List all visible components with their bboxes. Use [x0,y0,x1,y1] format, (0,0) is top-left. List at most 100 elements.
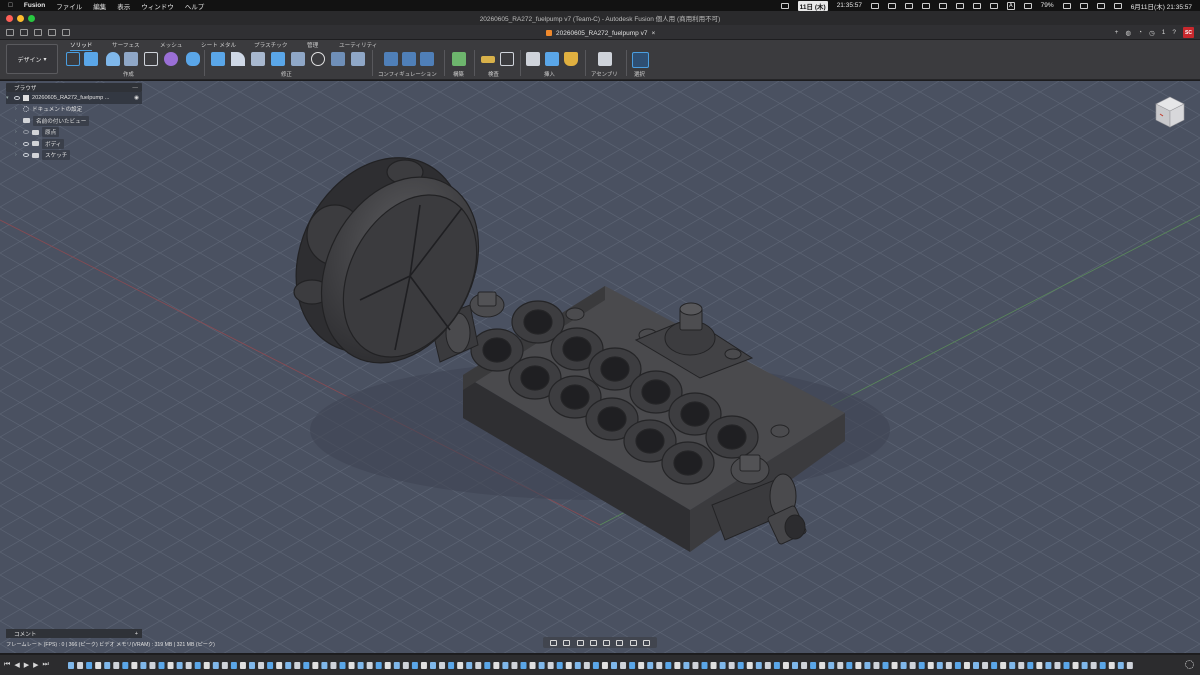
battery-icon[interactable] [1062,2,1071,9]
viewports-icon[interactable] [642,639,650,646]
go-to-start-icon[interactable]: ⏮ [4,661,10,669]
timeline-feature[interactable] [1126,662,1133,669]
browser-item-origin[interactable]: › 原点 [6,127,142,139]
move-icon[interactable] [311,52,325,66]
timeline-feature[interactable] [728,662,735,669]
group-select[interactable]: 選択 [634,70,645,78]
timeline-feature[interactable] [149,662,156,669]
active-radio-icon[interactable]: ◉ [134,95,139,101]
timeline-feature[interactable] [638,662,645,669]
timeline-feature[interactable] [1036,662,1043,669]
timeline-feature[interactable] [303,662,310,669]
timeline-feature[interactable] [601,662,608,669]
timeline-feature[interactable] [140,662,147,669]
undo-icon[interactable] [48,28,56,36]
group-insert[interactable]: 挿入 [544,70,555,78]
combine-icon[interactable] [291,52,305,66]
timeline-feature[interactable] [909,662,916,669]
timeline-feature[interactable] [918,662,925,669]
timeline-feature[interactable] [565,662,572,669]
timeline-feature[interactable] [502,662,509,669]
timeline-track[interactable] [68,661,1140,670]
timeline-feature[interactable] [891,662,898,669]
chevron-right-icon[interactable]: › [15,118,20,124]
timeline-feature[interactable] [1054,662,1061,669]
save-icon[interactable] [34,28,42,36]
revolve-icon[interactable] [106,52,120,66]
zoom-window-button[interactable] [28,14,35,22]
timeline-feature[interactable] [620,662,627,669]
apple-icon[interactable]:  [8,2,13,9]
timeline-feature[interactable] [357,662,364,669]
group-configuration[interactable]: コンフィギュレーション [378,70,437,78]
group-create[interactable]: 作成 [123,70,134,78]
timeline-feature[interactable] [755,662,762,669]
timeline-feature[interactable] [710,662,717,669]
new-component-icon[interactable] [598,52,612,66]
add-comment-icon[interactable]: + [135,631,138,637]
file-menu-icon[interactable] [20,28,28,36]
timeline-feature[interactable] [393,662,400,669]
menu-file[interactable]: ファイル [56,1,82,11]
cylinder-icon[interactable] [186,52,200,66]
visibility-eye-icon[interactable] [23,153,29,158]
timeline-feature[interactable] [991,662,998,669]
help-icon[interactable]: ? [1172,29,1176,36]
timeline-feature[interactable] [927,662,934,669]
timeline-feature[interactable] [203,662,210,669]
visibility-eye-icon[interactable] [23,141,29,146]
notifications-icon[interactable]: ◷ [1149,29,1155,37]
close-window-button[interactable] [6,14,13,22]
timeline-feature[interactable] [1117,662,1124,669]
group-assemble[interactable]: アセンブリ [591,70,618,78]
menubar-datetime[interactable]: 6月11日(木) 21:35:57 [1131,1,1192,11]
screens-icon[interactable] [888,2,896,9]
chamfer-icon[interactable] [251,52,265,66]
timeline-feature[interactable] [1090,662,1097,669]
create-sketch-icon[interactable] [66,52,80,66]
interference-icon[interactable] [500,52,514,66]
timeline-feature[interactable] [348,662,355,669]
comments-panel[interactable]: コメント + [6,629,142,638]
shell-icon[interactable] [271,52,285,66]
config-rule-icon[interactable] [402,52,416,66]
config-table-icon[interactable] [384,52,398,66]
timeline-feature[interactable] [411,662,418,669]
zoom-icon[interactable] [589,639,597,646]
timeline-feature[interactable] [801,662,808,669]
timeline-feature[interactable] [647,662,654,669]
timer-icon[interactable] [871,2,879,9]
go-to-end-icon[interactable]: ⏭ [42,661,48,669]
timeline-feature[interactable] [194,662,201,669]
tab-mesh[interactable]: メッシュ [160,41,182,49]
timeline-feature[interactable] [701,662,708,669]
timeline-feature[interactable] [420,662,427,669]
timeline-feature[interactable] [665,662,672,669]
timeline-feature[interactable] [1018,662,1025,669]
sweep-icon[interactable] [124,52,138,66]
timeline-feature[interactable] [330,662,337,669]
app-grid-icon[interactable] [6,28,14,36]
new-tab-icon[interactable]: + [1115,29,1119,36]
timeline-feature[interactable] [77,662,84,669]
timeline-feature[interactable] [339,662,346,669]
timeline-feature[interactable] [556,662,563,669]
timeline-feature[interactable] [95,662,102,669]
timeline-feature[interactable] [873,662,880,669]
extrude-icon[interactable] [84,52,98,66]
timeline-feature[interactable] [457,662,464,669]
menu-help[interactable]: ヘルプ [185,1,205,11]
timeline-feature[interactable] [176,662,183,669]
browser-header[interactable]: ブラウザ — [6,83,142,92]
collapse-icon[interactable]: — [132,85,138,91]
tab-plastic[interactable]: プラスチック [254,41,287,49]
timeline-feature[interactable] [267,662,274,669]
pan-icon[interactable] [576,639,584,646]
group-inspect[interactable]: 検査 [488,70,499,78]
timeline-feature[interactable] [746,662,753,669]
timeline-settings-icon[interactable] [1185,660,1194,669]
timeline-feature[interactable] [547,662,554,669]
timeline-feature[interactable] [1045,662,1052,669]
date-badge[interactable]: 11日 (木) [797,0,828,11]
menu-app-name[interactable]: Fusion [24,2,45,9]
